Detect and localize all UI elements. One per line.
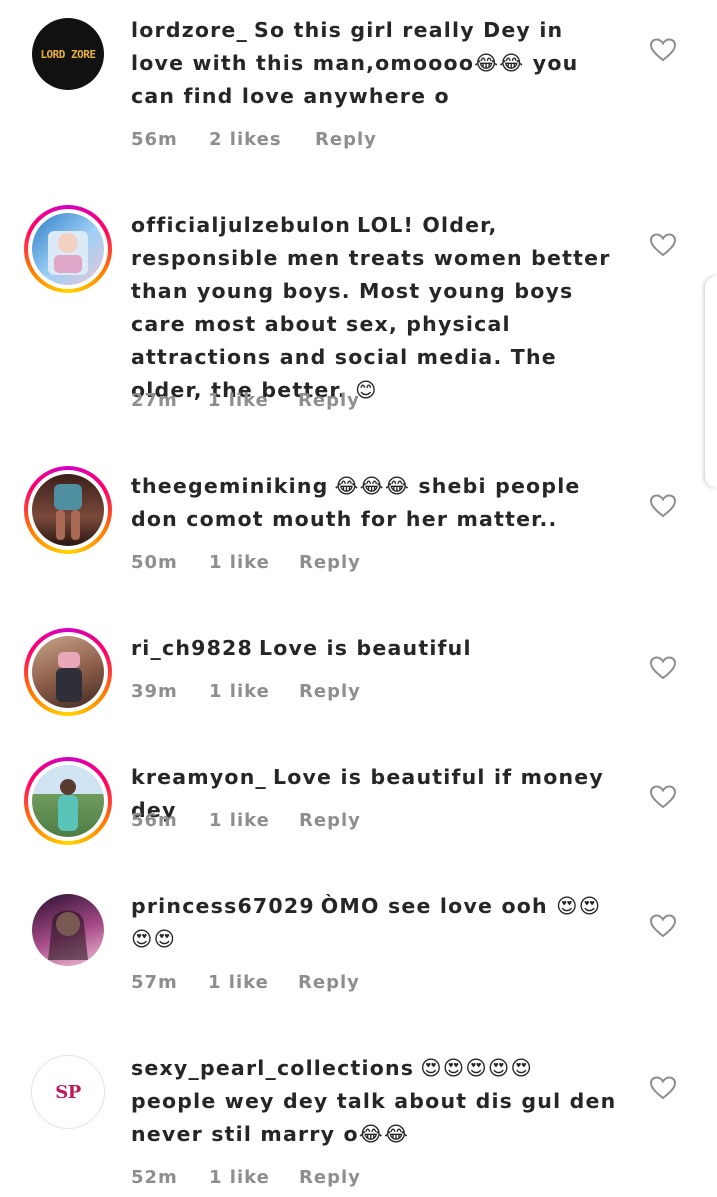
- comment-likes[interactable]: 1 like: [209, 552, 299, 576]
- reply-button[interactable]: Reply: [298, 390, 360, 414]
- comment-time: 56m: [131, 129, 178, 150]
- avatar-image: [32, 765, 104, 837]
- heart-outline-icon[interactable]: [650, 1076, 676, 1100]
- comment-text: LOL! Older, responsible men treats women…: [131, 213, 611, 402]
- avatar[interactable]: [24, 466, 112, 554]
- comments-list: LORD ZORE lordzore_ So this girl really D…: [0, 0, 717, 1197]
- heart-outline-icon[interactable]: [650, 914, 676, 938]
- heart-outline-icon[interactable]: [650, 38, 676, 62]
- comment-meta: 56m 1 like Reply: [131, 810, 361, 834]
- comment-username[interactable]: kreamyon_: [131, 765, 267, 789]
- heart-outline-icon[interactable]: [650, 656, 676, 680]
- avatar-image: [32, 636, 104, 708]
- avatar-logo-text: SP: [55, 1081, 81, 1103]
- avatar-logo-text: LORD ZORE: [40, 47, 96, 61]
- comment-username[interactable]: lordzore_: [131, 18, 248, 42]
- comment-body: officialjulzebulon LOL! Older, responsibl…: [131, 209, 621, 407]
- side-panel-handle[interactable]: [705, 276, 717, 488]
- heart-outline-icon[interactable]: [650, 785, 676, 809]
- comment-username[interactable]: officialjulzebulon: [131, 213, 351, 237]
- reply-button[interactable]: Reply: [299, 810, 361, 834]
- comment-meta: 39m 1 like Reply: [131, 681, 361, 705]
- avatar[interactable]: SP: [24, 1048, 112, 1136]
- avatar-image: [32, 213, 104, 285]
- comment-body: ri_ch9828 Love is beautiful: [131, 632, 621, 665]
- comment-likes[interactable]: 1 like: [209, 681, 299, 705]
- comment-body: lordzore_ So this girl really Dey in love…: [131, 14, 621, 113]
- avatar-image: [32, 894, 104, 966]
- reply-button[interactable]: Reply: [299, 681, 361, 705]
- comment-time: 50m: [131, 552, 178, 573]
- avatar[interactable]: [24, 205, 112, 293]
- avatar-photo-icon: [54, 484, 82, 540]
- comment-username[interactable]: sexy_pearl_collections: [131, 1056, 414, 1080]
- avatar[interactable]: [24, 886, 112, 974]
- comment-likes[interactable]: 1 like: [209, 1167, 299, 1191]
- heart-outline-icon[interactable]: [650, 494, 676, 518]
- comment-username[interactable]: ri_ch9828: [131, 636, 253, 660]
- avatar-photo-icon: [56, 652, 82, 702]
- comment-likes[interactable]: 1 like: [209, 810, 299, 834]
- comment-meta: 27m 1 like Reply: [131, 390, 360, 414]
- avatar[interactable]: LORD ZORE: [24, 10, 112, 98]
- avatar-photo-icon: [58, 779, 78, 831]
- comment-likes[interactable]: 1 like: [208, 972, 298, 996]
- avatar[interactable]: [24, 628, 112, 716]
- reply-button[interactable]: Reply: [299, 552, 361, 576]
- comment-meta: 50m 1 like Reply: [131, 552, 361, 576]
- reply-button[interactable]: Reply: [299, 1167, 361, 1191]
- avatar-photo-icon: [48, 910, 88, 960]
- avatar[interactable]: [24, 757, 112, 845]
- comment-time: 57m: [131, 972, 178, 993]
- comment-time: 39m: [131, 681, 178, 702]
- comment-body: sexy_pearl_collections 😍😍😍😍😍 people wey d…: [131, 1052, 621, 1151]
- avatar-image: LORD ZORE: [32, 18, 104, 90]
- comment-body: theegeminiking 😂😂😂 shebi people don comot…: [131, 470, 621, 536]
- comment-username[interactable]: theegeminiking: [131, 474, 329, 498]
- avatar-photo-icon: [48, 231, 88, 275]
- comment-meta: 57m 1 like Reply: [131, 972, 360, 996]
- comment-text: Love is beautiful: [259, 636, 472, 660]
- comment-likes[interactable]: 2 likes: [209, 129, 315, 153]
- comment-meta: 56m 2 likes Reply: [131, 129, 377, 153]
- comment-time: 27m: [131, 390, 178, 411]
- comment-body: princess67029 ÒMO see love ooh 😍😍😍😍: [131, 890, 621, 956]
- reply-button[interactable]: Reply: [298, 972, 360, 996]
- comment-likes[interactable]: 1 like: [208, 390, 298, 414]
- comment-username[interactable]: princess67029: [131, 894, 315, 918]
- reply-button[interactable]: Reply: [315, 129, 377, 153]
- comment-time: 56m: [131, 810, 178, 831]
- avatar-image: SP: [31, 1055, 105, 1129]
- heart-outline-icon[interactable]: [650, 233, 676, 257]
- comment-time: 52m: [131, 1167, 178, 1188]
- avatar-image: [32, 474, 104, 546]
- comment-meta: 52m 1 like Reply: [131, 1167, 361, 1191]
